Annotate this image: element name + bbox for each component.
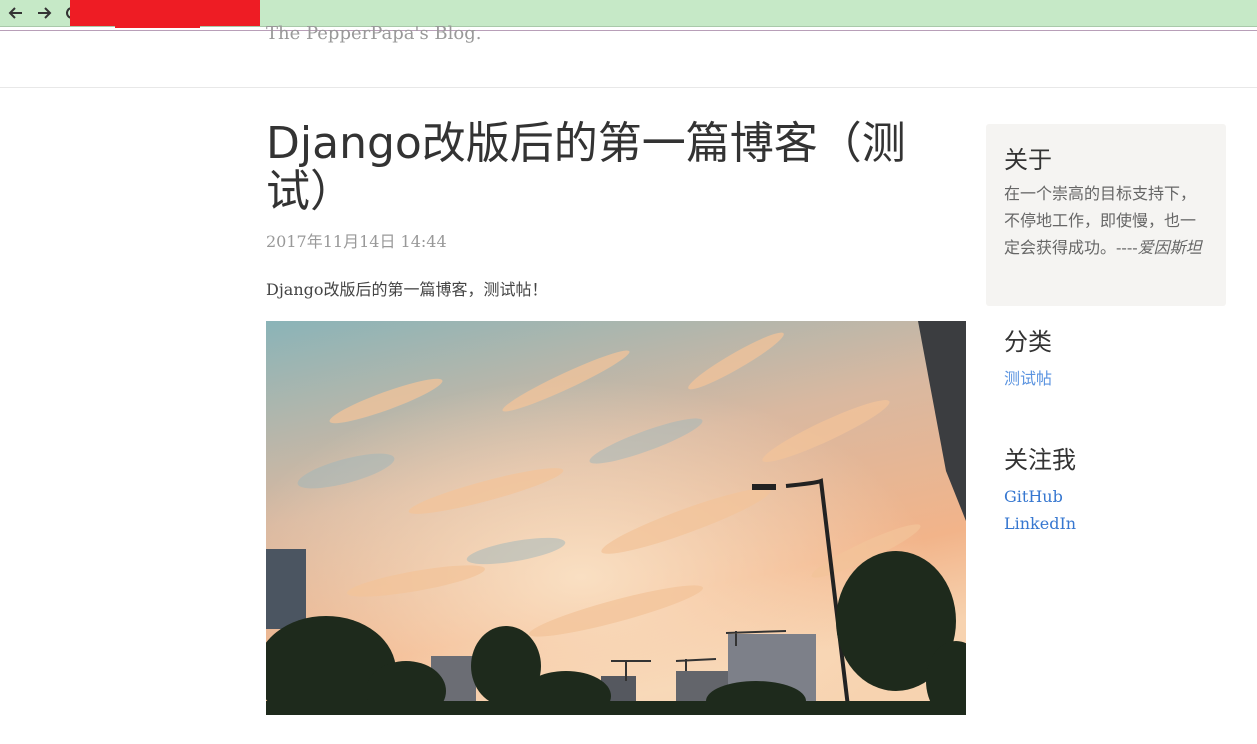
browser-toolbar: / <box>0 0 1257 28</box>
post-date: 2017年11月14日 14:44 <box>266 232 447 251</box>
back-arrow-icon[interactable] <box>6 3 26 23</box>
category-link-test[interactable]: 测试帖 <box>1004 365 1052 392</box>
follow-heading: 关注我 <box>1004 446 1076 474</box>
follow-widget: 关注我 GitHub LinkedIn <box>1004 440 1076 537</box>
site-tagline[interactable]: The PepperPapa's Blog. <box>266 23 482 44</box>
site-header: The PepperPapa's Blog. <box>0 23 1257 88</box>
forward-arrow-icon[interactable] <box>34 3 54 23</box>
post-body-text: Django改版后的第一篇博客，测试帖！ <box>266 280 548 299</box>
about-quote-author: 爱因斯坦 <box>1137 238 1202 257</box>
category-widget: 分类 测试帖 <box>1004 322 1052 392</box>
redaction-block <box>115 22 200 28</box>
github-link[interactable]: GitHub <box>1004 483 1076 510</box>
post-title[interactable]: Django改版后的第一篇博客（测试） <box>266 120 906 216</box>
post-article: Django改版后的第一篇博客（测试） 2017年11月14日 14:44 Dj… <box>266 120 966 715</box>
linkedin-link[interactable]: LinkedIn <box>1004 510 1076 537</box>
about-quote: 在一个崇高的目标支持下，不停地工作，即使慢，也一定会获得成功。----爱因斯坦 <box>1004 180 1210 261</box>
post-image-sunset-sky <box>266 321 966 715</box>
about-heading: 关于 <box>1004 146 1052 174</box>
about-widget: 关于 在一个崇高的目标支持下，不停地工作，即使慢，也一定会获得成功。----爱因… <box>986 124 1226 306</box>
category-heading: 分类 <box>1004 328 1052 356</box>
